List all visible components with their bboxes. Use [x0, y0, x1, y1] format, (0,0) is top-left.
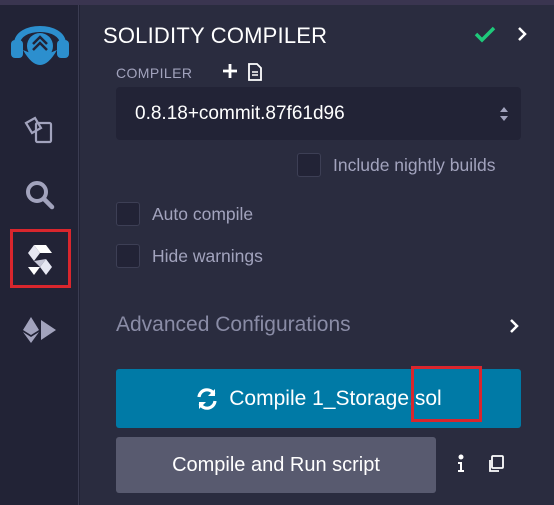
- deploy-run-icon[interactable]: [20, 310, 60, 350]
- info-icon[interactable]: [456, 454, 466, 479]
- chevron-right-icon[interactable]: [515, 25, 529, 48]
- remix-logo[interactable]: [9, 10, 71, 80]
- active-plugin-highlight: [10, 229, 71, 288]
- compile-button-label-prefix: Compile 1_Storage: [229, 386, 410, 410]
- hide-warnings-checkbox[interactable]: [116, 244, 140, 268]
- include-nightly-label: Include nightly builds: [333, 154, 496, 175]
- filename-extension-highlight: [411, 366, 482, 422]
- auto-compile-label: Auto compile: [152, 203, 254, 224]
- compile-button-label: Compile 1_Storage.sol: [229, 387, 441, 411]
- panel-title: SOLIDITY COMPILER: [103, 23, 328, 48]
- chevron-right-icon[interactable]: [508, 318, 520, 339]
- refresh-icon: [195, 387, 219, 411]
- check-icon: [474, 25, 496, 48]
- include-nightly-checkbox[interactable]: [297, 153, 321, 177]
- compile-and-run-button[interactable]: Compile and Run script: [116, 437, 436, 493]
- plus-icon[interactable]: [221, 62, 239, 85]
- select-arrows-icon: [499, 104, 509, 129]
- include-nightly-row[interactable]: Include nightly builds: [297, 153, 495, 177]
- copy-icon[interactable]: [487, 455, 505, 478]
- hide-warnings-row[interactable]: Hide warnings: [116, 244, 263, 268]
- auto-compile-checkbox[interactable]: [116, 202, 140, 226]
- compiler-version-value: 0.8.18+commit.87f61d96: [135, 103, 345, 124]
- search-icon[interactable]: [20, 175, 60, 215]
- compiler-version-select[interactable]: 0.8.18+commit.87f61d96: [116, 87, 521, 140]
- file-explorer-icon[interactable]: [20, 110, 60, 150]
- compiler-section-label: COMPILER: [116, 65, 193, 81]
- advanced-configurations-toggle[interactable]: Advanced Configurations: [116, 313, 351, 337]
- auto-compile-row[interactable]: Auto compile: [116, 202, 253, 226]
- hide-warnings-label: Hide warnings: [152, 245, 263, 266]
- file-icon[interactable]: [247, 62, 263, 87]
- compiler-panel: SOLIDITY COMPILER COMPILER 0.8.18+commit…: [80, 5, 554, 505]
